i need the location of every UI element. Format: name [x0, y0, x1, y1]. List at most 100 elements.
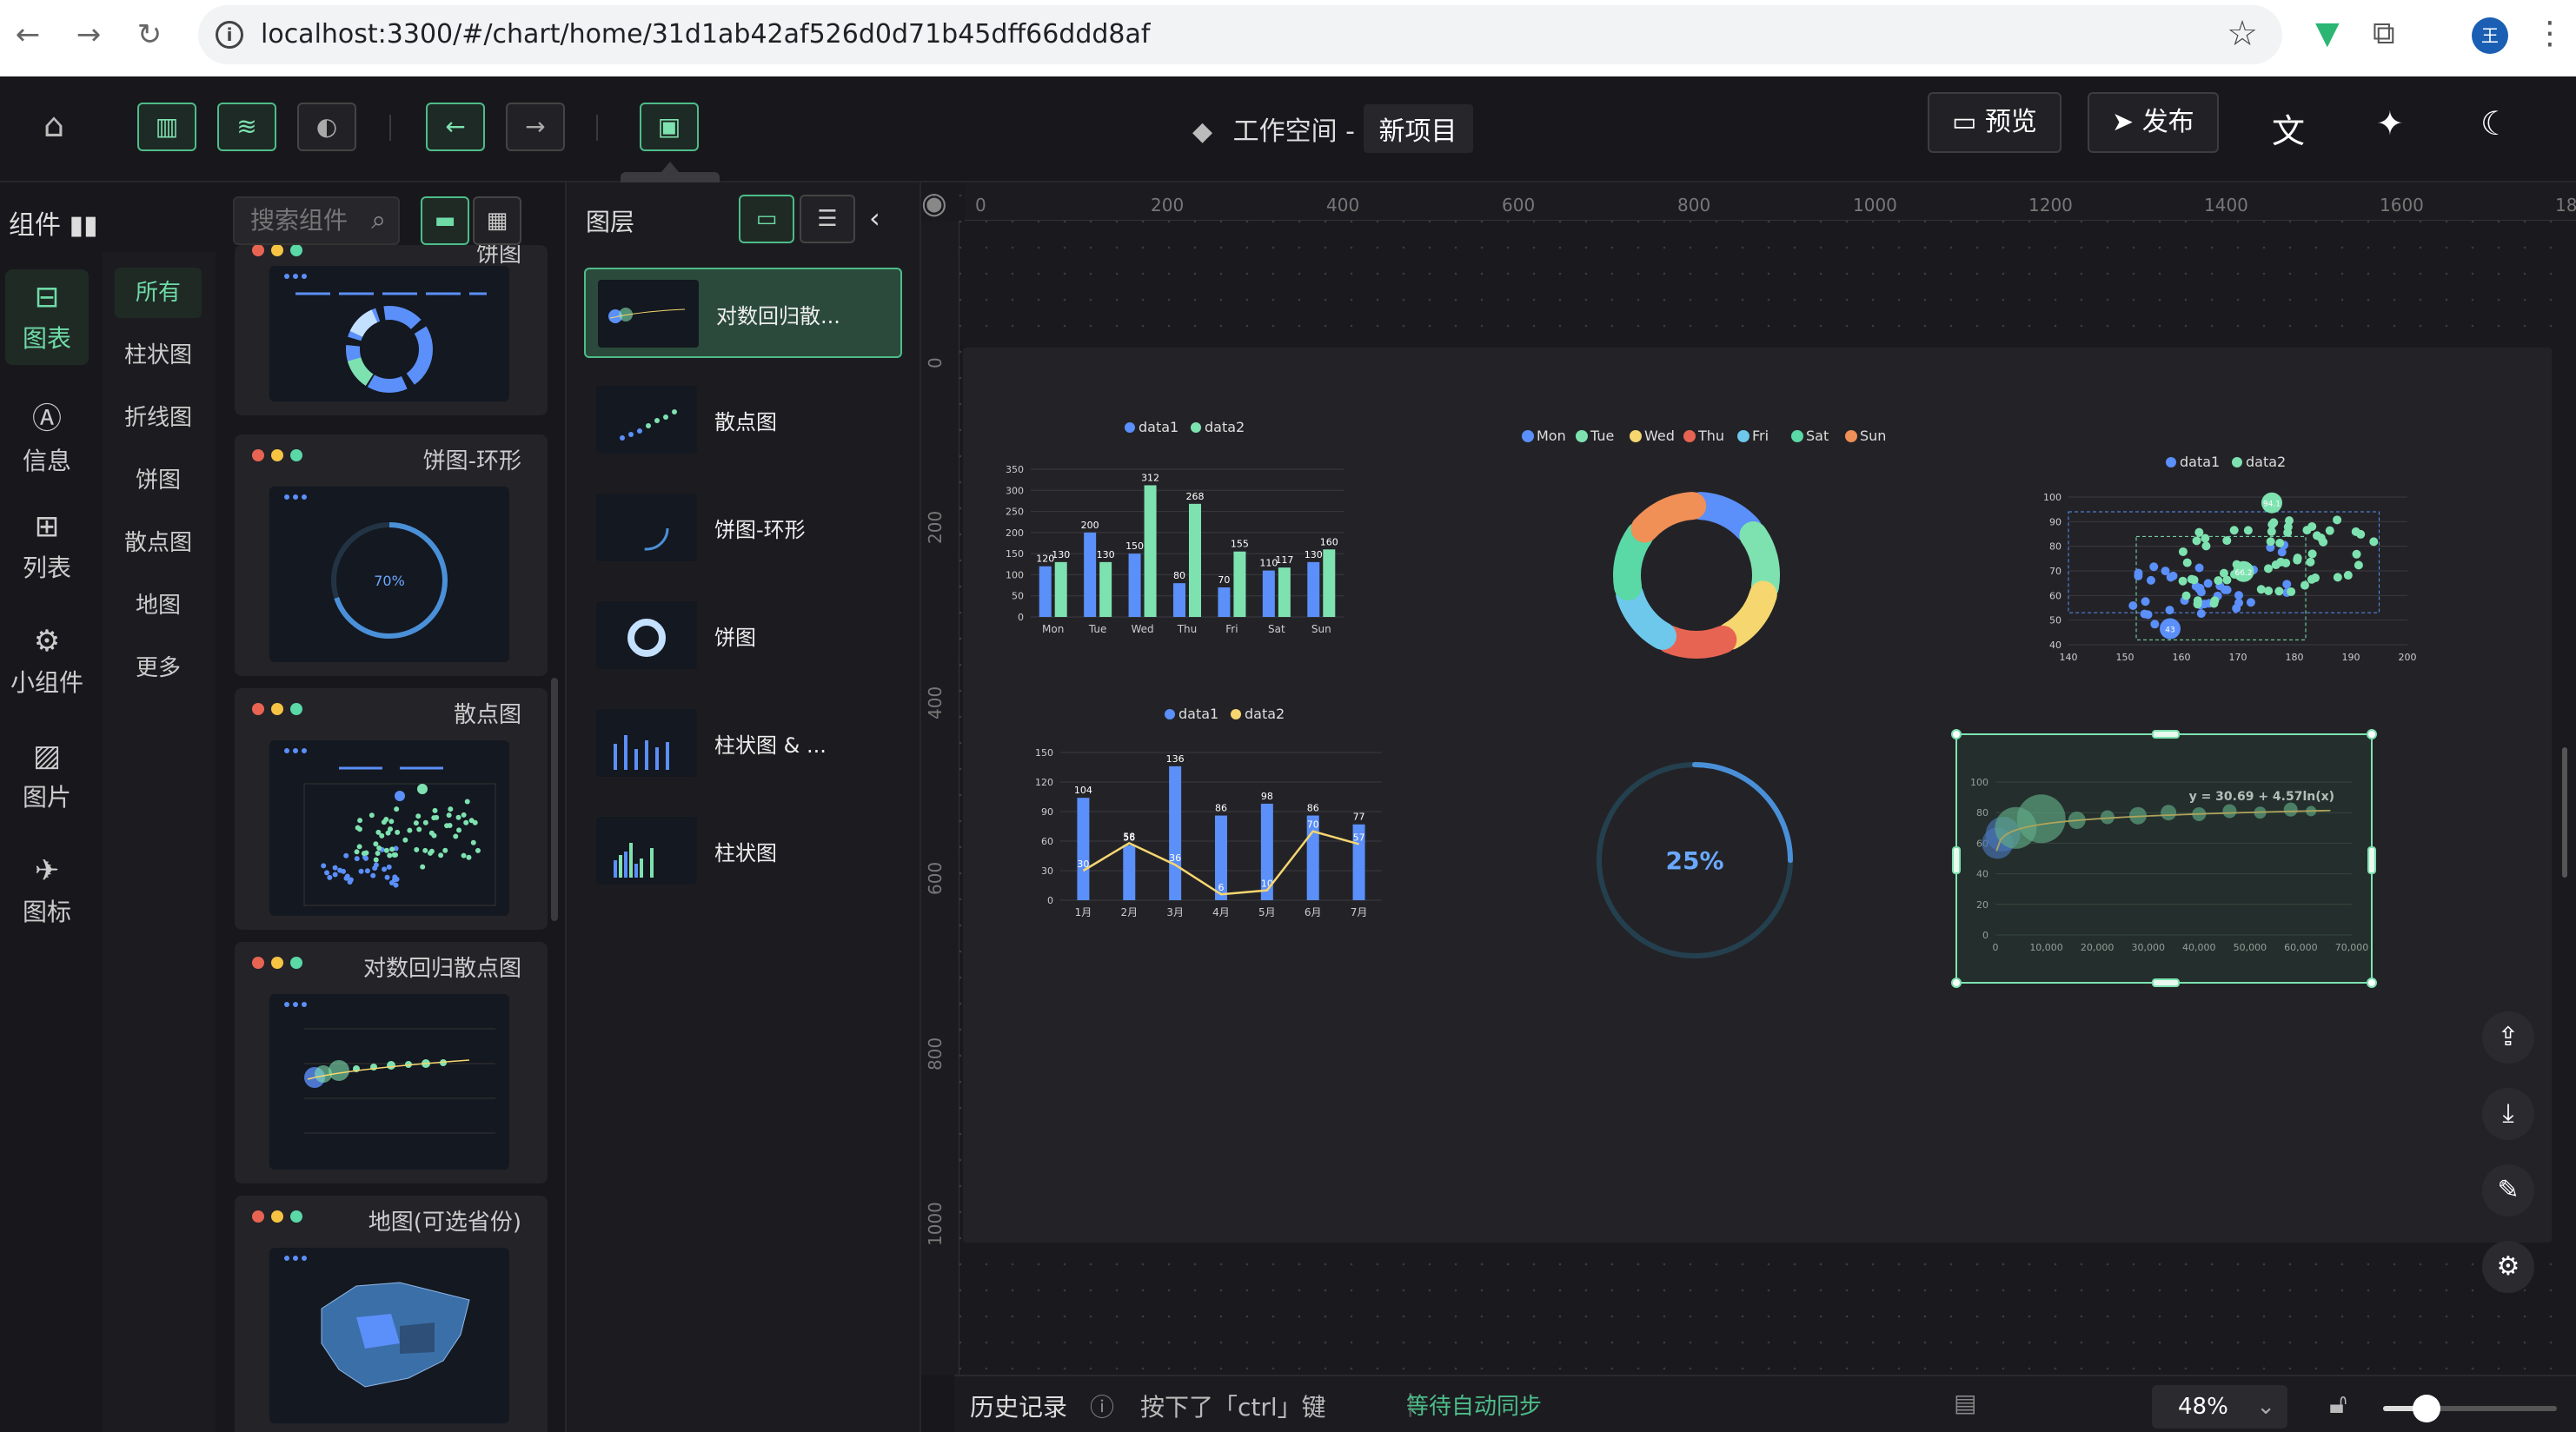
redo-arrow-icon: → — [525, 112, 546, 141]
collapse-chevron-icon[interactable]: ‹ — [869, 202, 880, 235]
rail-item-images[interactable]: ▨ 图片 — [5, 728, 89, 824]
resize-handle[interactable] — [2367, 846, 2376, 874]
rail-item-list[interactable]: ⊞ 列表 — [5, 499, 89, 594]
search-icon[interactable]: ⌕ — [371, 198, 386, 243]
extensions-icon[interactable]: ⧉ — [2373, 16, 2395, 52]
layers-title: 图层 — [586, 208, 635, 236]
subcat-more[interactable]: 更多 — [115, 643, 202, 693]
translate-icon[interactable]: 文 — [2272, 104, 2305, 152]
ring-progress-chart[interactable]: 25% — [1590, 756, 1799, 965]
chart-legend: data1 data2 — [1125, 419, 1245, 435]
zoom-slider[interactable] — [2383, 1395, 2557, 1422]
subcat-all[interactable]: 所有 — [115, 268, 202, 318]
scatter-chart[interactable]: data1 data2 40 50 60 70 80 90 100 140 150 160 170 180… — [2034, 448, 2425, 674]
single-column-view-button[interactable]: ▬ — [421, 196, 469, 245]
data-label: 86 — [1307, 803, 1319, 814]
lock-icon[interactable]: 🔓︎ — [2329, 1387, 2347, 1421]
layer-thumbnail-view-button[interactable]: ▭ — [739, 195, 794, 243]
publish-button[interactable]: ➤ 发布 — [2088, 92, 2219, 153]
layer-item[interactable]: 饼图-环形 — [584, 483, 902, 573]
settings-button[interactable]: ⚙ — [2482, 1241, 2534, 1293]
layer-list-view-button[interactable]: ☰ — [800, 195, 855, 243]
magic-wand-icon[interactable]: ✦ — [2376, 104, 2404, 143]
vue-extension-icon[interactable]: ▼ — [2315, 16, 2340, 51]
edit-button[interactable]: ✎ — [2482, 1164, 2534, 1217]
donut-chart[interactable]: Mon Tue Wed Thu Fri Sat Sun — [1512, 417, 1895, 669]
data-label: 130 — [1305, 549, 1323, 560]
profile-avatar[interactable]: 王 — [2472, 17, 2508, 54]
forward-arrow-icon[interactable]: → — [70, 16, 108, 54]
resize-handle[interactable] — [2152, 730, 2180, 739]
scatter-point — [2354, 560, 2363, 570]
reload-icon[interactable]: ↻ — [130, 16, 169, 54]
grid-view-button[interactable]: ▦ — [473, 196, 521, 245]
subcat-line[interactable]: 折线图 — [115, 393, 202, 443]
component-card-map[interactable]: 地图(可选省份) — [235, 1196, 548, 1432]
canvas-scrollbar[interactable] — [2562, 747, 2567, 878]
history-button[interactable]: 历史记录 — [970, 1389, 1067, 1423]
project-name[interactable]: 新项目 — [1363, 104, 1473, 153]
y-tick-label: 100 — [2043, 492, 2061, 503]
resize-handle[interactable] — [2367, 978, 2377, 988]
rail-item-widgets[interactable]: ⚙ 小组件 — [5, 613, 89, 709]
component-card-log-regression[interactable]: 对数回归散点图 — [235, 942, 548, 1183]
eye-icon[interactable]: ◉ — [921, 186, 947, 221]
rail-item-icons[interactable]: ✈ 图标 — [5, 843, 89, 938]
scatter-point — [2276, 557, 2286, 567]
import-button[interactable]: ⤓ — [2482, 1088, 2534, 1140]
y-tick-label: 0 — [1018, 612, 1024, 623]
panel-scrollbar[interactable] — [551, 678, 558, 921]
export-button[interactable]: ⇪ — [2482, 1011, 2534, 1064]
resize-handle[interactable] — [1951, 978, 1962, 988]
bookmark-star-icon[interactable]: ☆ — [2227, 14, 2258, 54]
layer-item[interactable]: 散点图 — [584, 375, 902, 466]
zoom-select[interactable]: 48% ⌄ — [2152, 1385, 2287, 1429]
selection-box[interactable] — [1951, 729, 2377, 988]
scatter-point — [414, 846, 420, 852]
ruler-tick-label: 800 — [925, 1037, 946, 1071]
bar-line-chart[interactable]: data1 data203060901201501月104302月56583月13… — [1017, 695, 1399, 930]
resize-handle[interactable] — [1952, 846, 1961, 874]
resize-handle[interactable] — [2152, 978, 2180, 987]
site-info-icon[interactable]: i — [216, 21, 243, 49]
layer-item[interactable]: 饼图 — [584, 591, 902, 681]
minimap-icon[interactable]: ▤ — [1954, 1389, 1976, 1417]
redo-button[interactable]: → — [506, 103, 565, 151]
rail-item-info[interactable]: Ⓐ 信息 — [5, 384, 89, 480]
component-card-ring[interactable]: 饼图-环形 70% — [235, 434, 548, 676]
save-button[interactable]: ▣ — [640, 103, 699, 151]
layer-item[interactable]: 柱状图 & ... — [584, 699, 902, 789]
layer-thumbnail — [596, 709, 697, 777]
subcat-pie[interactable]: 饼图 — [115, 455, 202, 506]
x-tick-label: 160 — [2173, 652, 2191, 663]
subcat-bar[interactable]: 柱状图 — [115, 330, 202, 381]
ruler-tick-label: 0 — [925, 357, 946, 368]
layer-item[interactable]: 对数回归散... — [584, 268, 902, 358]
address-bar[interactable]: i localhost:3300/#/chart/home/31d1ab42af… — [198, 5, 2282, 64]
layers-toggle-button[interactable]: ≋ — [217, 103, 276, 151]
undo-button[interactable]: ← — [426, 103, 485, 151]
rail-item-charts[interactable]: ⊟ 图表 — [5, 269, 89, 365]
resize-handle[interactable] — [2367, 729, 2377, 739]
search-input[interactable]: 搜索组件 ⌕ — [233, 196, 400, 245]
component-card-pie[interactable]: 饼图 — [235, 245, 548, 415]
scatter-point — [2192, 536, 2201, 546]
preview-button[interactable]: ▭ 预览 — [1928, 92, 2061, 153]
bar-chart-weekly[interactable]: data1 data2050100150200250300350Mon120130… — [991, 408, 1373, 643]
dark-mode-icon[interactable]: ☾ — [2480, 104, 2510, 143]
zoom-slider-knob[interactable] — [2413, 1395, 2440, 1422]
back-arrow-icon[interactable]: ← — [9, 16, 47, 54]
subcat-map[interactable]: 地图 — [115, 580, 202, 631]
layer-item[interactable]: 柱状图 — [584, 806, 902, 897]
details-toggle-button[interactable]: ◐ — [297, 103, 356, 151]
home-icon[interactable]: ⌂ — [43, 106, 64, 144]
charts-toggle-button[interactable]: ▥ — [137, 103, 196, 151]
help-icon[interactable]: ⓘ — [1090, 1389, 1114, 1423]
menu-kebab-icon[interactable]: ⋮ — [2534, 16, 2566, 51]
layer-thumbnail — [596, 494, 697, 561]
url-text[interactable]: localhost:3300/#/chart/home/31d1ab42af52… — [261, 19, 1150, 50]
subcat-scatter[interactable]: 散点图 — [115, 518, 202, 568]
component-card-scatter[interactable]: 散点图 — [235, 688, 548, 930]
resize-handle[interactable] — [1951, 729, 1962, 739]
scatter-point — [354, 856, 360, 862]
